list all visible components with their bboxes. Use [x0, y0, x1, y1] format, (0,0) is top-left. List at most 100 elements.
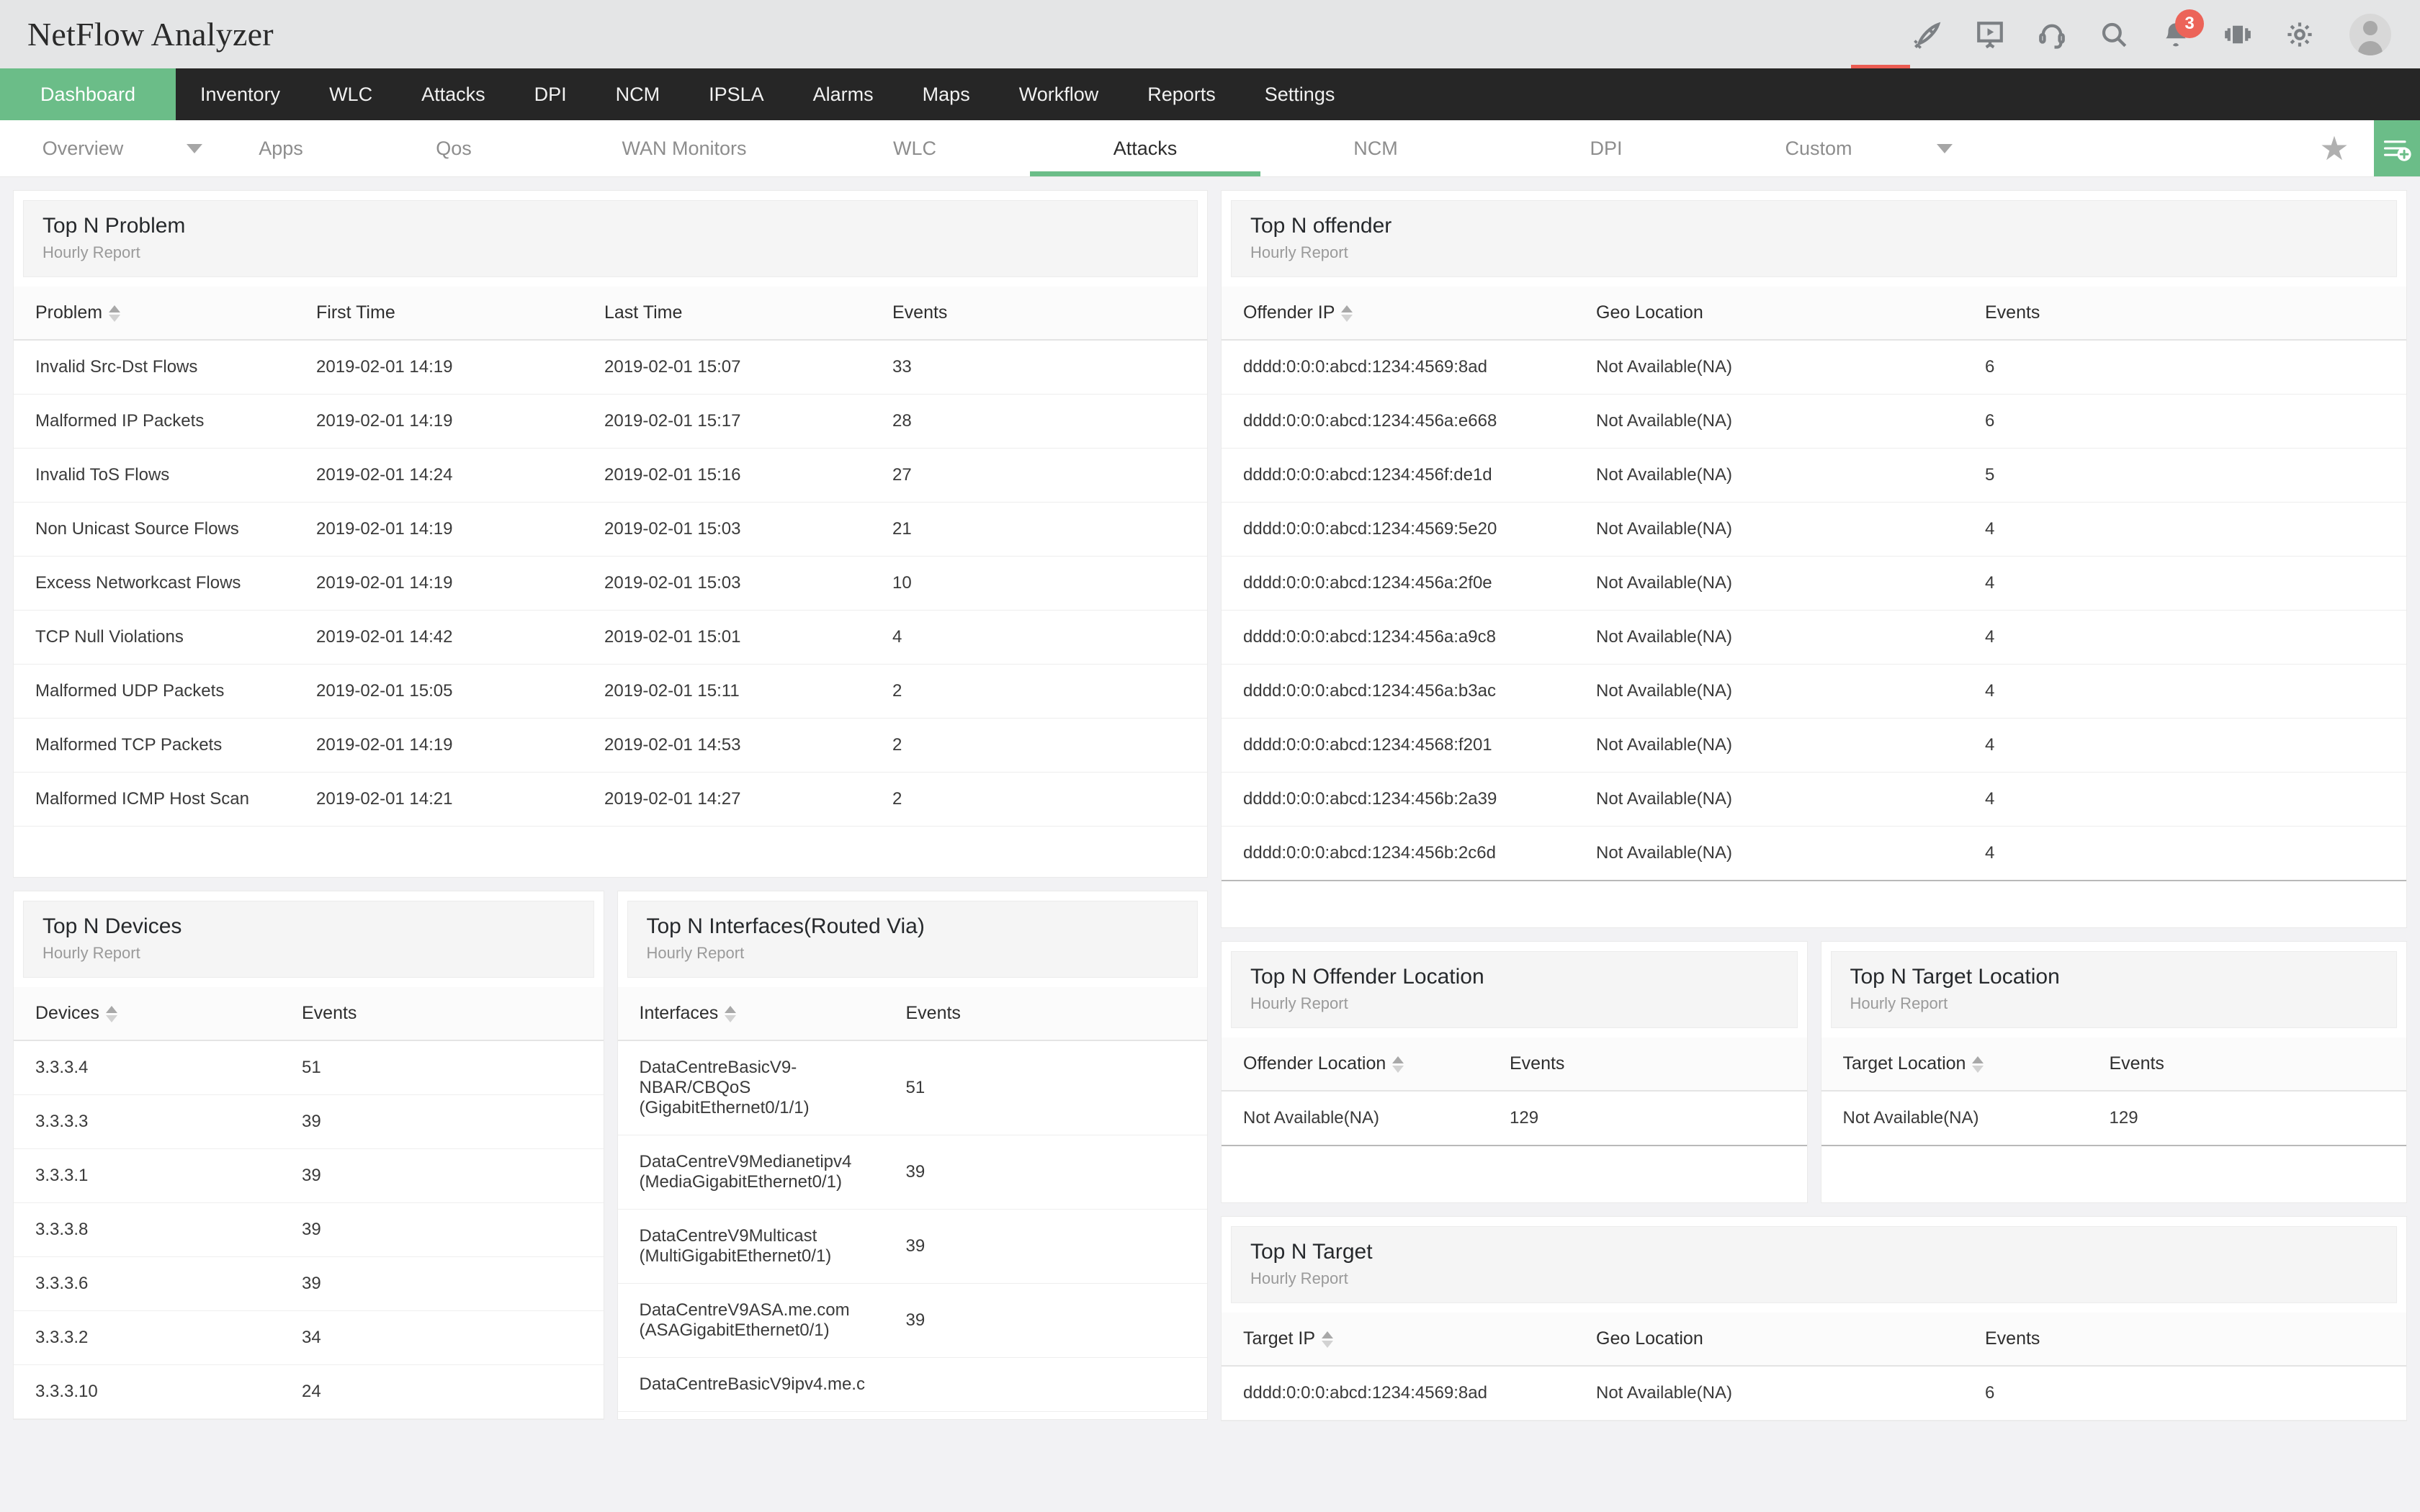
table-row[interactable]: dddd:0:0:0:abcd:1234:456f:de1dNot Availa… [1222, 449, 2406, 503]
nav-item-settings[interactable]: Settings [1240, 68, 1360, 120]
column-first-time[interactable]: First Time [316, 287, 604, 340]
nav-item-attacks[interactable]: Attacks [397, 68, 510, 120]
add-widget-button[interactable] [2374, 120, 2420, 176]
table-row[interactable]: Invalid ToS Flows2019-02-01 14:242019-02… [14, 449, 1207, 503]
table-row[interactable]: 3.3.3.234 [14, 1311, 604, 1365]
table-row[interactable]: dddd:0:0:0:abcd:1234:456a:e668Not Availa… [1222, 395, 2406, 449]
sort-icon[interactable] [1341, 305, 1353, 322]
table-row[interactable]: dddd:0:0:0:abcd:1234:4569:8adNot Availab… [1222, 340, 2406, 395]
nav-item-ncm[interactable]: NCM [591, 68, 685, 120]
cell-last-time: 2019-02-01 15:07 [604, 340, 892, 395]
table-row[interactable]: 3.3.3.339 [14, 1095, 604, 1149]
nav-item-reports[interactable]: Reports [1123, 68, 1240, 120]
custom-dropdown-chevron[interactable] [1916, 120, 1973, 176]
cell-first-time: 2019-02-01 14:19 [316, 340, 604, 395]
column-events[interactable]: Events [2110, 1038, 2407, 1091]
table-row[interactable]: 3.3.3.639 [14, 1257, 604, 1311]
tab-apps[interactable]: Apps [223, 120, 339, 176]
column-offender-location[interactable]: Offender Location [1222, 1038, 1510, 1091]
table-row[interactable]: dddd:0:0:0:abcd:1234:456b:2a39Not Availa… [1222, 773, 2406, 827]
gear-icon[interactable] [2283, 18, 2316, 51]
header-accent-line [1851, 65, 1910, 68]
column-events[interactable]: Events [1985, 1313, 2406, 1366]
tab-ncm[interactable]: NCM [1260, 120, 1491, 176]
column-events[interactable]: Events [1510, 1038, 1807, 1091]
table-row[interactable]: dddd:0:0:0:abcd:1234:4569:5e20Not Availa… [1222, 503, 2406, 557]
column-target-location[interactable]: Target Location [1821, 1038, 2110, 1091]
nav-item-dpi[interactable]: DPI [510, 68, 591, 120]
table-row[interactable]: Not Available(NA)129 [1821, 1091, 2407, 1146]
table-row[interactable]: Not Available(NA)129 [1222, 1091, 1807, 1146]
headset-icon[interactable] [2035, 18, 2069, 51]
table-row[interactable]: dddd:0:0:0:abcd:1234:456b:2c6dNot Availa… [1222, 827, 2406, 881]
column-events[interactable]: Events [302, 987, 604, 1040]
sort-icon[interactable] [1972, 1056, 1984, 1073]
table-row[interactable]: DataCentreV9ASA.me.com (ASAGigabitEthern… [618, 1284, 1208, 1358]
table-row[interactable]: dddd:0:0:0:abcd:1234:456a:b3acNot Availa… [1222, 665, 2406, 719]
sort-icon[interactable] [1392, 1056, 1404, 1073]
column-events[interactable]: Events [1985, 287, 2406, 340]
nav-item-dashboard[interactable]: Dashboard [0, 68, 176, 120]
table-row[interactable]: DataCentreV9Multicast (MultiGigabitEther… [618, 1210, 1208, 1284]
nav-item-alarms[interactable]: Alarms [789, 68, 898, 120]
table-row[interactable]: 3.3.3.1024 [14, 1365, 604, 1419]
table-row[interactable]: DataCentreBasicV9ipv4.me.c [618, 1358, 1208, 1412]
table-row[interactable]: DataCentreBasicV9-NBAR/CBQoS (GigabitEth… [618, 1040, 1208, 1135]
bell-icon[interactable]: 3 [2159, 18, 2192, 51]
cell-offender-ip: dddd:0:0:0:abcd:1234:4569:5e20 [1222, 503, 1596, 557]
search-icon[interactable] [2097, 18, 2130, 51]
column-geo-location[interactable]: Geo Location [1596, 1313, 1985, 1366]
table-row[interactable]: DataCentreV9Medianetipv4 (MediaGigabitEt… [618, 1135, 1208, 1210]
presentation-play-icon[interactable] [1973, 18, 2007, 51]
avatar[interactable] [2349, 14, 2391, 55]
table-row[interactable]: dddd:0:0:0:abcd:1234:456a:a9c8Not Availa… [1222, 611, 2406, 665]
table-row[interactable]: 3.3.3.839 [14, 1203, 604, 1257]
nav-item-workflow[interactable]: Workflow [995, 68, 1124, 120]
widget-top-n-target: Top N Target Hourly Report Target IP Geo… [1221, 1216, 2407, 1421]
table-row[interactable]: TCP Null Violations2019-02-01 14:422019-… [14, 611, 1207, 665]
tab-qos[interactable]: Qos [339, 120, 569, 176]
table-row[interactable]: Malformed ICMP Host Scan2019-02-01 14:21… [14, 773, 1207, 827]
table-row[interactable]: Non Unicast Source Flows2019-02-01 14:19… [14, 503, 1207, 557]
widget-top-n-offender: Top N offender Hourly Report Offender IP… [1221, 190, 2407, 928]
nav-item-wlc[interactable]: WLC [305, 68, 397, 120]
sort-icon[interactable] [1322, 1331, 1333, 1348]
table-row[interactable]: dddd:0:0:0:abcd:1234:4568:f201Not Availa… [1222, 719, 2406, 773]
rocket-icon[interactable] [1912, 18, 1945, 51]
tab-custom[interactable]: Custom [1721, 120, 1916, 176]
table-row[interactable]: 3.3.3.451 [14, 1040, 604, 1095]
table-row[interactable]: Excess Networkcast Flows2019-02-01 14:19… [14, 557, 1207, 611]
table-row[interactable]: Invalid Src-Dst Flows2019-02-01 14:19201… [14, 340, 1207, 395]
column-events[interactable]: Events [892, 287, 1207, 340]
sort-icon[interactable] [725, 1006, 736, 1022]
favorite-star-icon[interactable]: ★ [2295, 120, 2374, 176]
table-row[interactable]: dddd:0:0:0:abcd:1234:4569:8adNot Availab… [1222, 1366, 2406, 1421]
tab-overview[interactable]: Overview [0, 120, 166, 176]
nav-item-inventory[interactable]: Inventory [176, 68, 305, 120]
column-events[interactable]: Events [906, 987, 1208, 1040]
tab-dpi[interactable]: DPI [1491, 120, 1721, 176]
column-devices[interactable]: Devices [14, 987, 302, 1040]
tab-attacks[interactable]: Attacks [1030, 120, 1260, 176]
column-geo-location[interactable]: Geo Location [1596, 287, 1985, 340]
nav-item-maps[interactable]: Maps [898, 68, 995, 120]
overview-dropdown-chevron[interactable] [166, 120, 223, 176]
column-offender-ip[interactable]: Offender IP [1222, 287, 1596, 340]
carousel-icon[interactable] [2221, 18, 2254, 51]
cell-events: 6 [1985, 340, 2406, 395]
column-target-ip[interactable]: Target IP [1222, 1313, 1596, 1366]
table-row[interactable]: dddd:0:0:0:abcd:1234:456a:2f0eNot Availa… [1222, 557, 2406, 611]
column-last-time[interactable]: Last Time [604, 287, 892, 340]
column-problem[interactable]: Problem [14, 287, 316, 340]
column-interfaces[interactable]: Interfaces [618, 987, 906, 1040]
sort-icon[interactable] [106, 1006, 117, 1022]
cell-last-time: 2019-02-01 14:27 [604, 773, 892, 827]
table-row[interactable]: Malformed UDP Packets2019-02-01 15:05201… [14, 665, 1207, 719]
nav-item-ipsla[interactable]: IPSLA [684, 68, 789, 120]
sort-icon[interactable] [109, 305, 120, 322]
table-row[interactable]: Malformed TCP Packets2019-02-01 14:19201… [14, 719, 1207, 773]
table-row[interactable]: 3.3.3.139 [14, 1149, 604, 1203]
tab-wlc[interactable]: WLC [799, 120, 1030, 176]
tab-wan-monitors[interactable]: WAN Monitors [569, 120, 799, 176]
table-row[interactable]: Malformed IP Packets2019-02-01 14:192019… [14, 395, 1207, 449]
